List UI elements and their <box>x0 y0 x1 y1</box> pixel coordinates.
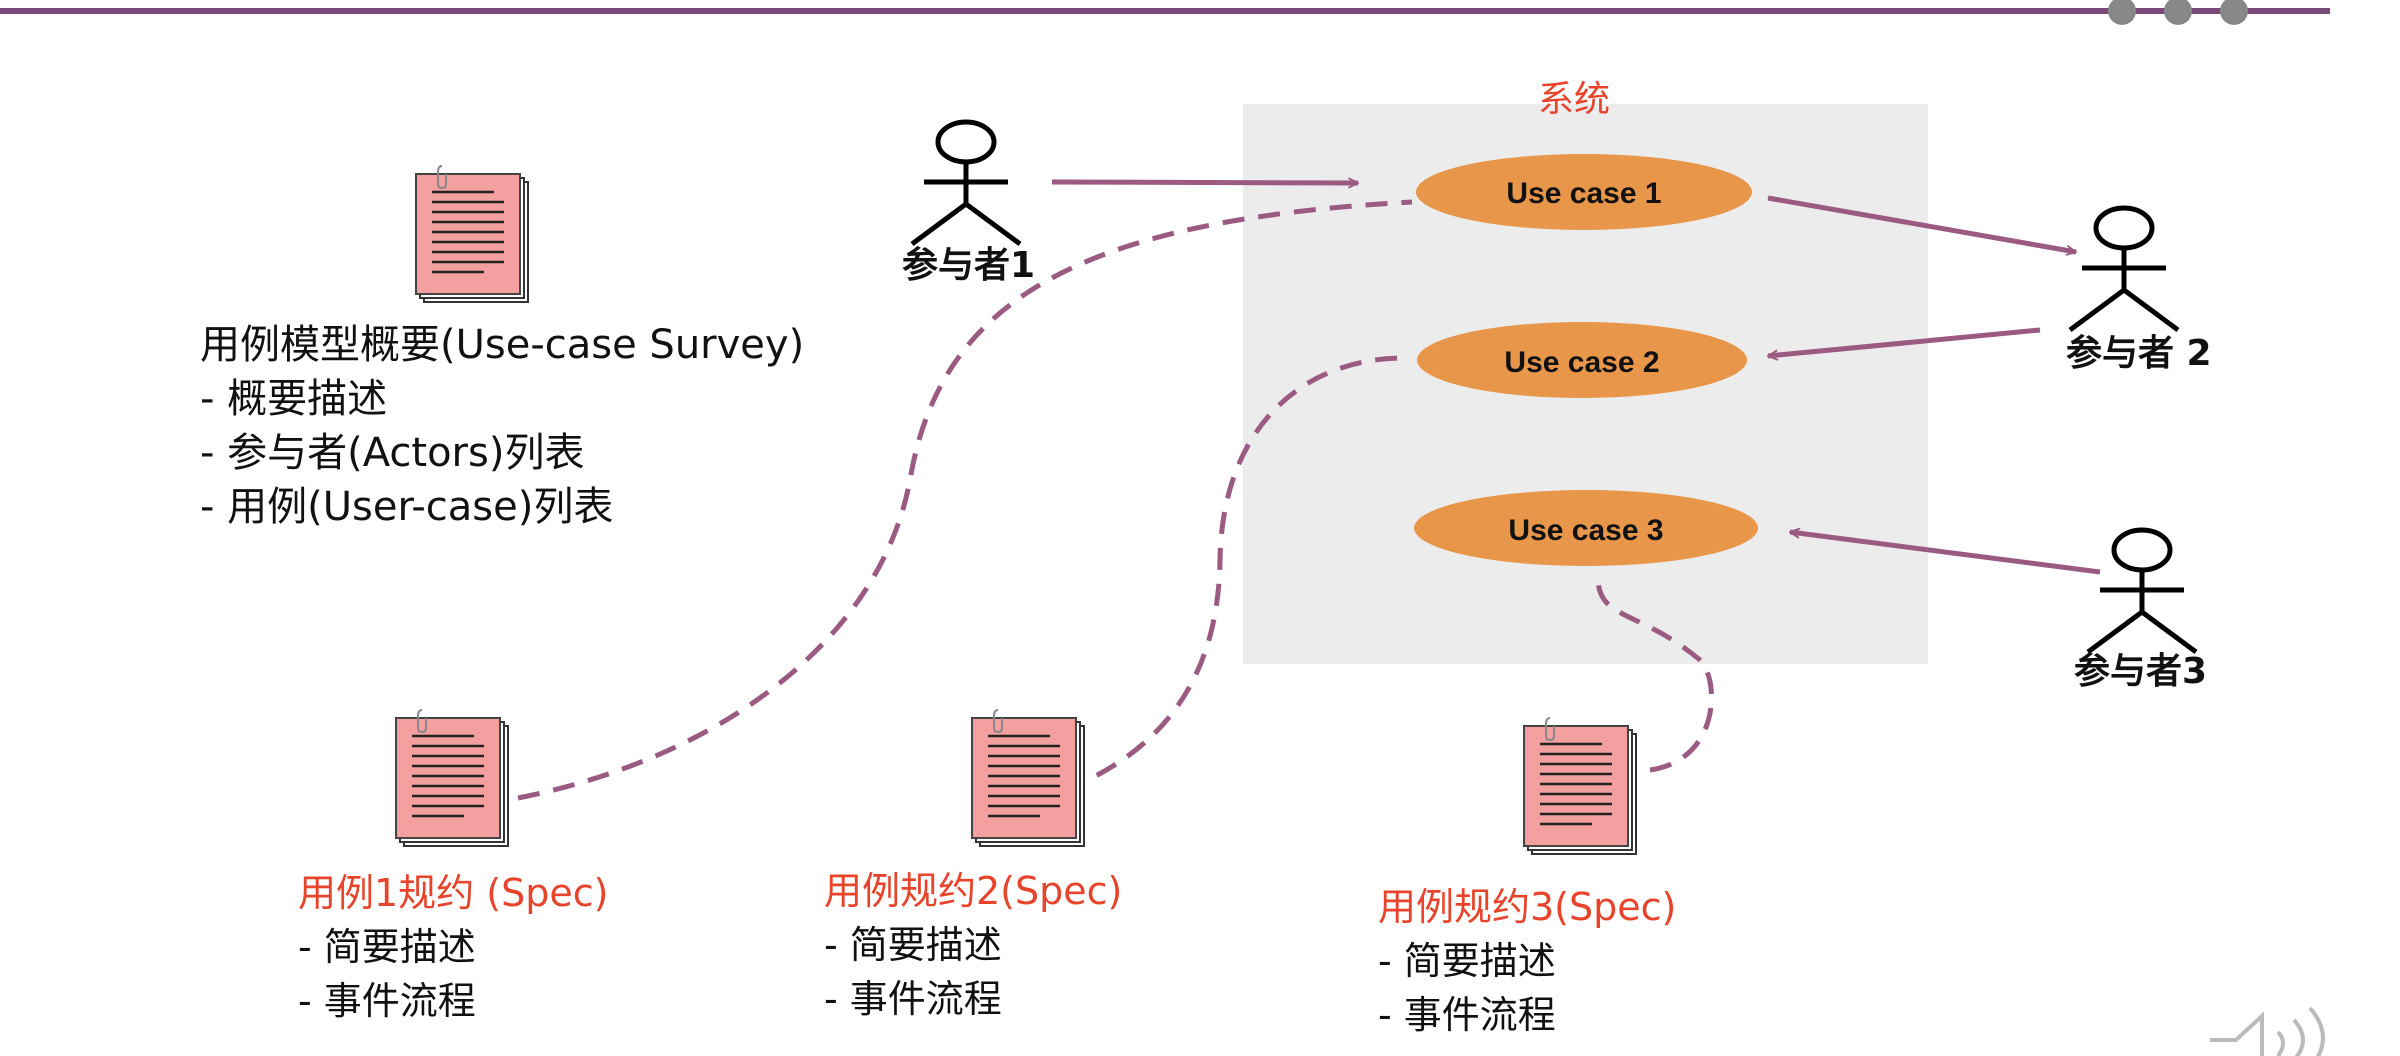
survey-item: - 概要描述 <box>200 376 388 422</box>
survey-title: 用例模型概要(Use-case Survey) <box>200 322 805 368</box>
survey-item: - 参与者(Actors)列表 <box>200 430 585 476</box>
use-case-2[interactable]: Use case 2 <box>1417 322 1747 398</box>
spec-item: - 简要描述 <box>824 923 1002 967</box>
document-icon-spec3 <box>1522 716 1638 856</box>
spec-1-block: 用例1规约 (Spec) - 简要描述 - 事件流程 <box>298 866 608 1028</box>
use-case-3-label: Use case 3 <box>1508 514 1663 547</box>
use-case-3[interactable]: Use case 3 <box>1414 490 1758 566</box>
slide-nav-dots[interactable] <box>2108 0 2248 25</box>
actor-3-icon[interactable] <box>2088 530 2196 652</box>
spec-item: - 简要描述 <box>1378 939 1556 983</box>
actor-3-label: 参与者3 <box>2074 651 2208 692</box>
document-icon-survey <box>414 164 530 304</box>
spec-2-block: 用例规约2(Spec) - 简要描述 - 事件流程 <box>824 864 1122 1026</box>
actor-2-icon[interactable] <box>2070 208 2178 330</box>
speaker-icon[interactable] <box>2210 1006 2325 1056</box>
spec-1-title: 用例1规约 (Spec) <box>298 871 609 915</box>
spec-3-block: 用例规约3(Spec) - 简要描述 - 事件流程 <box>1378 880 1676 1042</box>
document-icon-spec2 <box>970 708 1086 848</box>
system-label: 系统 <box>1538 79 1611 120</box>
spec-3-title: 用例规约3(Spec) <box>1378 885 1677 929</box>
arrow-actor1-usecase1 <box>1051 182 1358 183</box>
spec-item: - 事件流程 <box>1378 993 1556 1037</box>
survey-item: - 用例(User-case)列表 <box>200 484 614 530</box>
actor-1-icon[interactable] <box>912 122 1020 244</box>
spec-item: - 事件流程 <box>298 979 476 1023</box>
survey-block: 用例模型概要(Use-case Survey) - 概要描述 - 参与者(Act… <box>200 318 804 534</box>
spec-item: - 简要描述 <box>298 925 476 969</box>
use-case-1-label: Use case 1 <box>1506 177 1661 210</box>
spec-item: - 事件流程 <box>824 977 1002 1021</box>
spec-2-title: 用例规约2(Spec) <box>824 869 1123 913</box>
actor-1-label: 参与者1 <box>902 245 1036 286</box>
use-case-1[interactable]: Use case 1 <box>1416 154 1752 230</box>
document-icon-spec1 <box>394 708 510 848</box>
use-case-2-label: Use case 2 <box>1504 346 1659 379</box>
actor-2-label: 参与者 2 <box>2066 333 2212 374</box>
